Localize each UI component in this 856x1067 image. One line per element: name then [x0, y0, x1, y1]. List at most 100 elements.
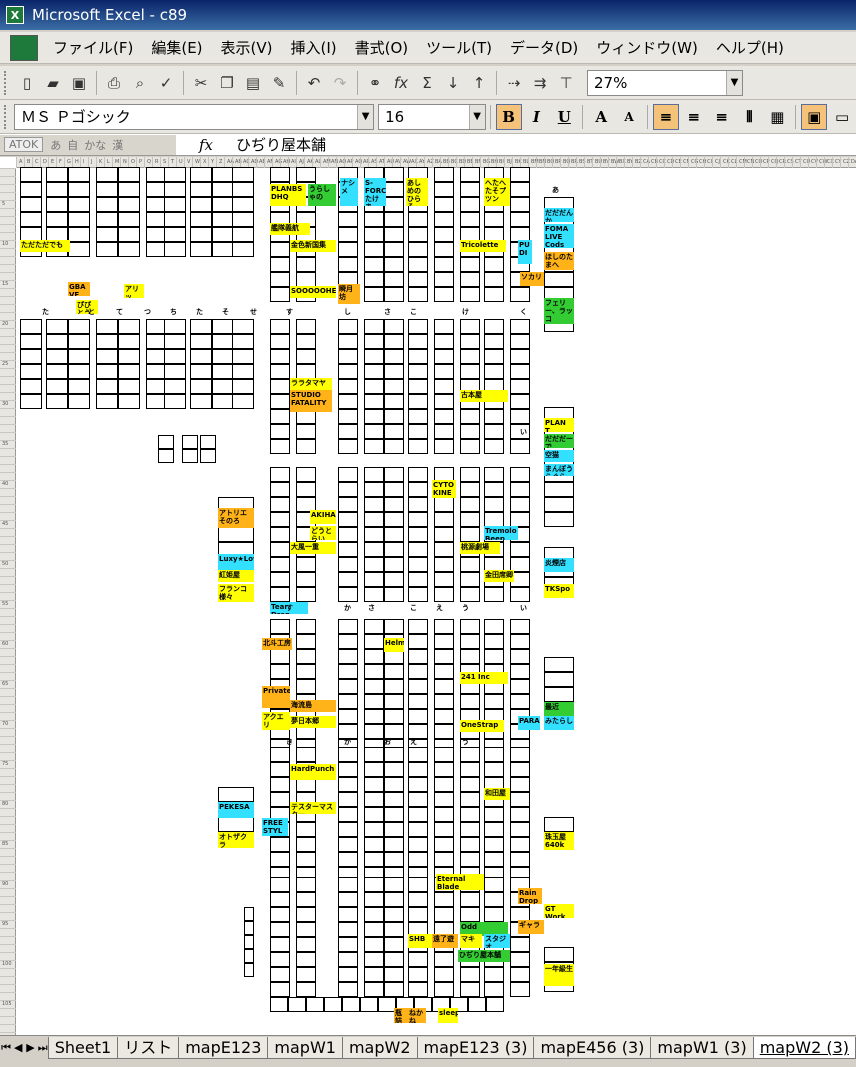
booth-cell[interactable]: [118, 242, 140, 257]
trace-precedents-icon[interactable]: ⇢: [502, 71, 526, 95]
booth-cell[interactable]: [164, 364, 186, 379]
booth-cell[interactable]: [270, 907, 290, 922]
tab-first-icon[interactable]: ⏮: [0, 1041, 12, 1055]
booth-cell[interactable]: [384, 762, 404, 777]
booth-cell[interactable]: [338, 557, 358, 572]
increase-font-icon[interactable]: A: [588, 104, 614, 130]
booth-cell[interactable]: [510, 664, 530, 679]
booth-cell[interactable]: [484, 982, 504, 997]
booth-cell[interactable]: [408, 572, 428, 587]
booth-cell[interactable]: [118, 364, 140, 379]
booth-cell[interactable]: [270, 167, 290, 182]
booth-label[interactable]: FREE STYL: [262, 818, 288, 836]
booth-cell[interactable]: [68, 334, 90, 349]
booth-cell[interactable]: [338, 379, 358, 394]
booth-cell[interactable]: [338, 334, 358, 349]
booth-cell[interactable]: [434, 952, 454, 967]
booth-cell[interactable]: [484, 349, 504, 364]
row-header[interactable]: [0, 608, 16, 616]
booth-cell[interactable]: [460, 527, 480, 542]
booth-cell[interactable]: [460, 619, 480, 634]
tab-list[interactable]: リスト: [117, 1036, 180, 1059]
booth-cell[interactable]: [338, 792, 358, 807]
booth-cell[interactable]: [408, 619, 428, 634]
menu-format[interactable]: 書式(O): [346, 35, 418, 61]
booth-cell[interactable]: [460, 482, 480, 497]
booth-label[interactable]: PLAN T: [544, 418, 574, 432]
booth-cell[interactable]: [510, 837, 530, 852]
booth-cell[interactable]: [232, 197, 254, 212]
booth-cell[interactable]: [408, 634, 428, 649]
booth-cell[interactable]: [510, 679, 530, 694]
row-header[interactable]: [0, 888, 16, 896]
booth-cell[interactable]: [384, 572, 404, 587]
booth-cell[interactable]: [408, 747, 428, 762]
print-preview-icon[interactable]: ⌕: [128, 71, 152, 95]
column-header[interactable]: CX: [824, 157, 834, 168]
booth-cell[interactable]: [364, 852, 384, 867]
column-header[interactable]: CT: [792, 157, 802, 168]
sort-ascending-icon[interactable]: ↓: [441, 71, 465, 95]
booth-cell[interactable]: [164, 334, 186, 349]
column-header[interactable]: BY: [624, 157, 633, 168]
row-header[interactable]: [0, 256, 16, 264]
row-header[interactable]: [0, 944, 16, 952]
booth-cell[interactable]: [270, 777, 290, 792]
booth-label[interactable]: PEKESA: [218, 802, 254, 818]
booth-label[interactable]: 海流島: [290, 700, 336, 712]
booth-cell[interactable]: [544, 482, 574, 497]
booth-label[interactable]: SHB: [408, 934, 432, 948]
booth-cell[interactable]: [338, 512, 358, 527]
booth-cell[interactable]: [338, 349, 358, 364]
row-header[interactable]: [0, 792, 16, 800]
ime-mode-kana[interactable]: かな: [84, 137, 106, 153]
copy-icon[interactable]: ❐: [215, 71, 239, 95]
booth-cell[interactable]: [364, 242, 384, 257]
booth-cell[interactable]: [96, 182, 118, 197]
row-header[interactable]: [0, 264, 16, 272]
booth-cell[interactable]: [164, 182, 186, 197]
booth-cell[interactable]: [296, 649, 316, 664]
booth-cell[interactable]: [270, 439, 290, 454]
booth-cell[interactable]: [118, 394, 140, 409]
booth-cell[interactable]: [510, 439, 530, 454]
booth-cell[interactable]: [408, 587, 428, 602]
booth-label[interactable]: あしめのひらそ: [406, 178, 428, 206]
booth-cell[interactable]: [484, 649, 504, 664]
row-header[interactable]: [0, 416, 16, 424]
booth-cell[interactable]: [434, 334, 454, 349]
column-header[interactable]: CG: [688, 157, 698, 168]
booth-cell[interactable]: [384, 212, 404, 227]
booth-cell[interactable]: [218, 817, 254, 832]
booth-cell[interactable]: [96, 334, 118, 349]
font-select[interactable]: ＭＳ Ｐゴシック ▼: [13, 103, 375, 130]
autosum-icon[interactable]: Σ: [415, 71, 439, 95]
booth-label[interactable]: アリッ: [124, 284, 144, 298]
booth-cell[interactable]: [46, 182, 68, 197]
booth-cell[interactable]: [270, 762, 290, 777]
trace-dependents-icon[interactable]: ⇉: [528, 71, 552, 95]
booth-cell[interactable]: [460, 334, 480, 349]
row-header[interactable]: [0, 1008, 16, 1016]
booth-cell[interactable]: [408, 762, 428, 777]
booth-cell[interactable]: [364, 724, 384, 739]
zoom-select[interactable]: 27% ▼: [587, 69, 743, 96]
booth-cell[interactable]: [244, 963, 254, 977]
booth-cell[interactable]: [338, 937, 358, 952]
booth-cell[interactable]: [46, 394, 68, 409]
column-header[interactable]: BZ: [632, 157, 642, 168]
booth-label[interactable]: TKSpo: [544, 584, 574, 598]
row-header[interactable]: [0, 288, 16, 296]
booth-cell[interactable]: [360, 997, 378, 1012]
booth-cell[interactable]: [296, 424, 316, 439]
booth-cell[interactable]: [296, 364, 316, 379]
booth-cell[interactable]: [434, 424, 454, 439]
booth-cell[interactable]: [364, 982, 384, 997]
booth-cell[interactable]: [270, 497, 290, 512]
booth-cell[interactable]: [384, 792, 404, 807]
row-header[interactable]: [0, 744, 16, 752]
booth-cell[interactable]: [434, 634, 454, 649]
row-header[interactable]: [0, 904, 16, 912]
row-header[interactable]: [0, 928, 16, 936]
booth-cell[interactable]: [158, 435, 174, 449]
